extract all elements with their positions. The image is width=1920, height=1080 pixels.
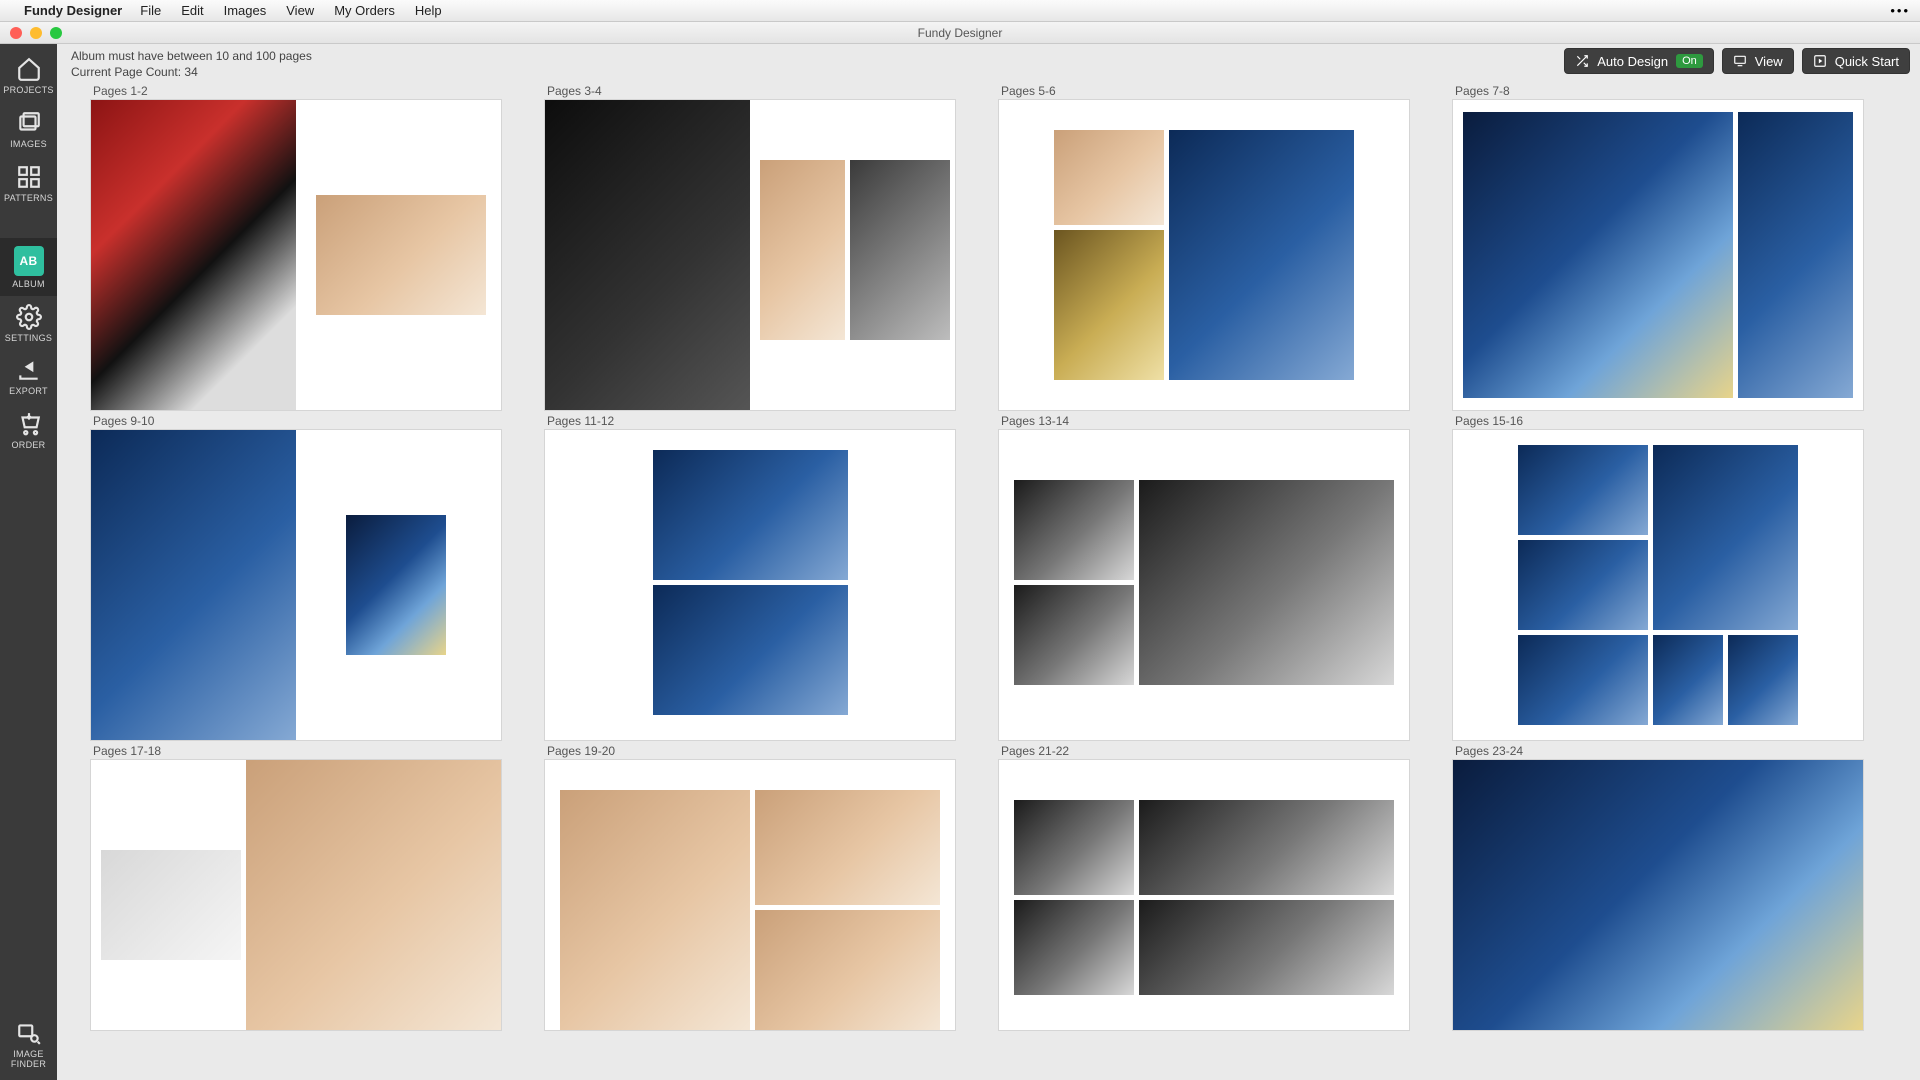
play-icon bbox=[1813, 54, 1827, 68]
spread-label: Pages 21-22 bbox=[1001, 744, 1409, 758]
sidebar-item-label: SETTINGS bbox=[5, 334, 52, 344]
album-spread[interactable] bbox=[545, 430, 955, 740]
window-minimize-button[interactable] bbox=[30, 27, 42, 39]
spread-label: Pages 19-20 bbox=[547, 744, 955, 758]
sidebar-item-album[interactable]: AB ALBUM bbox=[0, 238, 57, 296]
window-controls bbox=[0, 27, 62, 39]
cart-download-icon bbox=[16, 411, 42, 437]
menu-item-file[interactable]: File bbox=[140, 3, 161, 18]
export-arrow-icon bbox=[16, 357, 42, 383]
view-button[interactable]: View bbox=[1722, 48, 1794, 74]
spread-label: Pages 11-12 bbox=[547, 414, 955, 428]
spread-label: Pages 3-4 bbox=[547, 84, 955, 98]
images-stack-icon bbox=[16, 110, 42, 136]
info-toolbar: Album must have between 10 and 100 pages… bbox=[57, 44, 1920, 76]
album-spread[interactable] bbox=[91, 760, 501, 1030]
spread-label: Pages 15-16 bbox=[1455, 414, 1863, 428]
album-spread[interactable] bbox=[545, 100, 955, 410]
window-close-button[interactable] bbox=[10, 27, 22, 39]
quick-start-label: Quick Start bbox=[1835, 54, 1899, 69]
sidebar-item-label: IMAGEFINDER bbox=[11, 1050, 46, 1070]
window-zoom-button[interactable] bbox=[50, 27, 62, 39]
auto-design-button[interactable]: Auto Design On bbox=[1564, 48, 1714, 74]
grid-icon bbox=[16, 164, 42, 190]
quick-start-button[interactable]: Quick Start bbox=[1802, 48, 1910, 74]
album-spread[interactable] bbox=[91, 430, 501, 740]
sidebar-item-images[interactable]: IMAGES bbox=[0, 102, 57, 156]
auto-design-label: Auto Design bbox=[1597, 54, 1668, 69]
sidebar-item-label: ALBUM bbox=[12, 280, 45, 290]
album-spread[interactable] bbox=[999, 760, 1409, 1030]
album-spread[interactable] bbox=[1453, 430, 1863, 740]
menu-item-view[interactable]: View bbox=[286, 3, 314, 18]
home-icon bbox=[16, 56, 42, 82]
view-label: View bbox=[1755, 54, 1783, 69]
spread-label: Pages 17-18 bbox=[93, 744, 501, 758]
menu-item-help[interactable]: Help bbox=[415, 3, 442, 18]
sidebar-item-image-finder[interactable]: IMAGEFINDER bbox=[0, 1012, 57, 1080]
image-finder-icon bbox=[16, 1020, 42, 1046]
sidebar-item-patterns[interactable]: PATTERNS bbox=[0, 156, 57, 210]
sidebar-item-order[interactable]: ORDER bbox=[0, 403, 57, 457]
window-title-bar: Fundy Designer bbox=[0, 22, 1920, 44]
menu-extras-icon[interactable]: ••• bbox=[1890, 3, 1910, 18]
album-spread[interactable] bbox=[1453, 100, 1863, 410]
page-count-text: Current Page Count: 34 bbox=[71, 64, 312, 80]
page-constraint-text: Album must have between 10 and 100 pages bbox=[71, 48, 312, 64]
album-spread[interactable] bbox=[999, 430, 1409, 740]
sidebar-item-label: PATTERNS bbox=[4, 194, 53, 204]
menu-item-myorders[interactable]: My Orders bbox=[334, 3, 395, 18]
spread-label: Pages 1-2 bbox=[93, 84, 501, 98]
album-spread[interactable] bbox=[999, 100, 1409, 410]
sidebar-item-label: EXPORT bbox=[9, 387, 48, 397]
spread-label: Pages 23-24 bbox=[1455, 744, 1863, 758]
album-badge-icon: AB bbox=[14, 246, 44, 276]
sidebar-item-projects[interactable]: PROJECTS bbox=[0, 48, 57, 102]
sidebar-item-label: ORDER bbox=[11, 441, 45, 451]
sidebar-item-settings[interactable]: SETTINGS bbox=[0, 296, 57, 350]
album-spread[interactable] bbox=[1453, 760, 1863, 1030]
album-spread[interactable] bbox=[545, 760, 955, 1030]
spread-label: Pages 7-8 bbox=[1455, 84, 1863, 98]
album-info: Album must have between 10 and 100 pages… bbox=[71, 48, 312, 80]
spread-label: Pages 5-6 bbox=[1001, 84, 1409, 98]
sidebar-item-label: PROJECTS bbox=[3, 86, 53, 96]
monitor-icon bbox=[1733, 54, 1747, 68]
menu-app-name[interactable]: Fundy Designer bbox=[24, 3, 122, 18]
sidebar-item-label: IMAGES bbox=[10, 140, 47, 150]
spread-label: Pages 13-14 bbox=[1001, 414, 1409, 428]
spread-label: Pages 9-10 bbox=[93, 414, 501, 428]
auto-design-state: On bbox=[1676, 54, 1703, 68]
spread-grid[interactable]: Pages 1-2 Pages 3-4 Pages 5-6 bbox=[57, 80, 1920, 1080]
window-title: Fundy Designer bbox=[0, 26, 1920, 40]
content-area: Album must have between 10 and 100 pages… bbox=[57, 44, 1920, 1080]
mac-menu-bar: Fundy Designer File Edit Images View My … bbox=[0, 0, 1920, 22]
gear-icon bbox=[16, 304, 42, 330]
menu-item-images[interactable]: Images bbox=[224, 3, 267, 18]
shuffle-icon bbox=[1575, 54, 1589, 68]
sidebar-item-export[interactable]: EXPORT bbox=[0, 349, 57, 403]
sidebar: PROJECTS IMAGES PATTERNS AB ALBUM SETTIN… bbox=[0, 44, 57, 1080]
menu-item-edit[interactable]: Edit bbox=[181, 3, 203, 18]
album-spread[interactable] bbox=[91, 100, 501, 410]
